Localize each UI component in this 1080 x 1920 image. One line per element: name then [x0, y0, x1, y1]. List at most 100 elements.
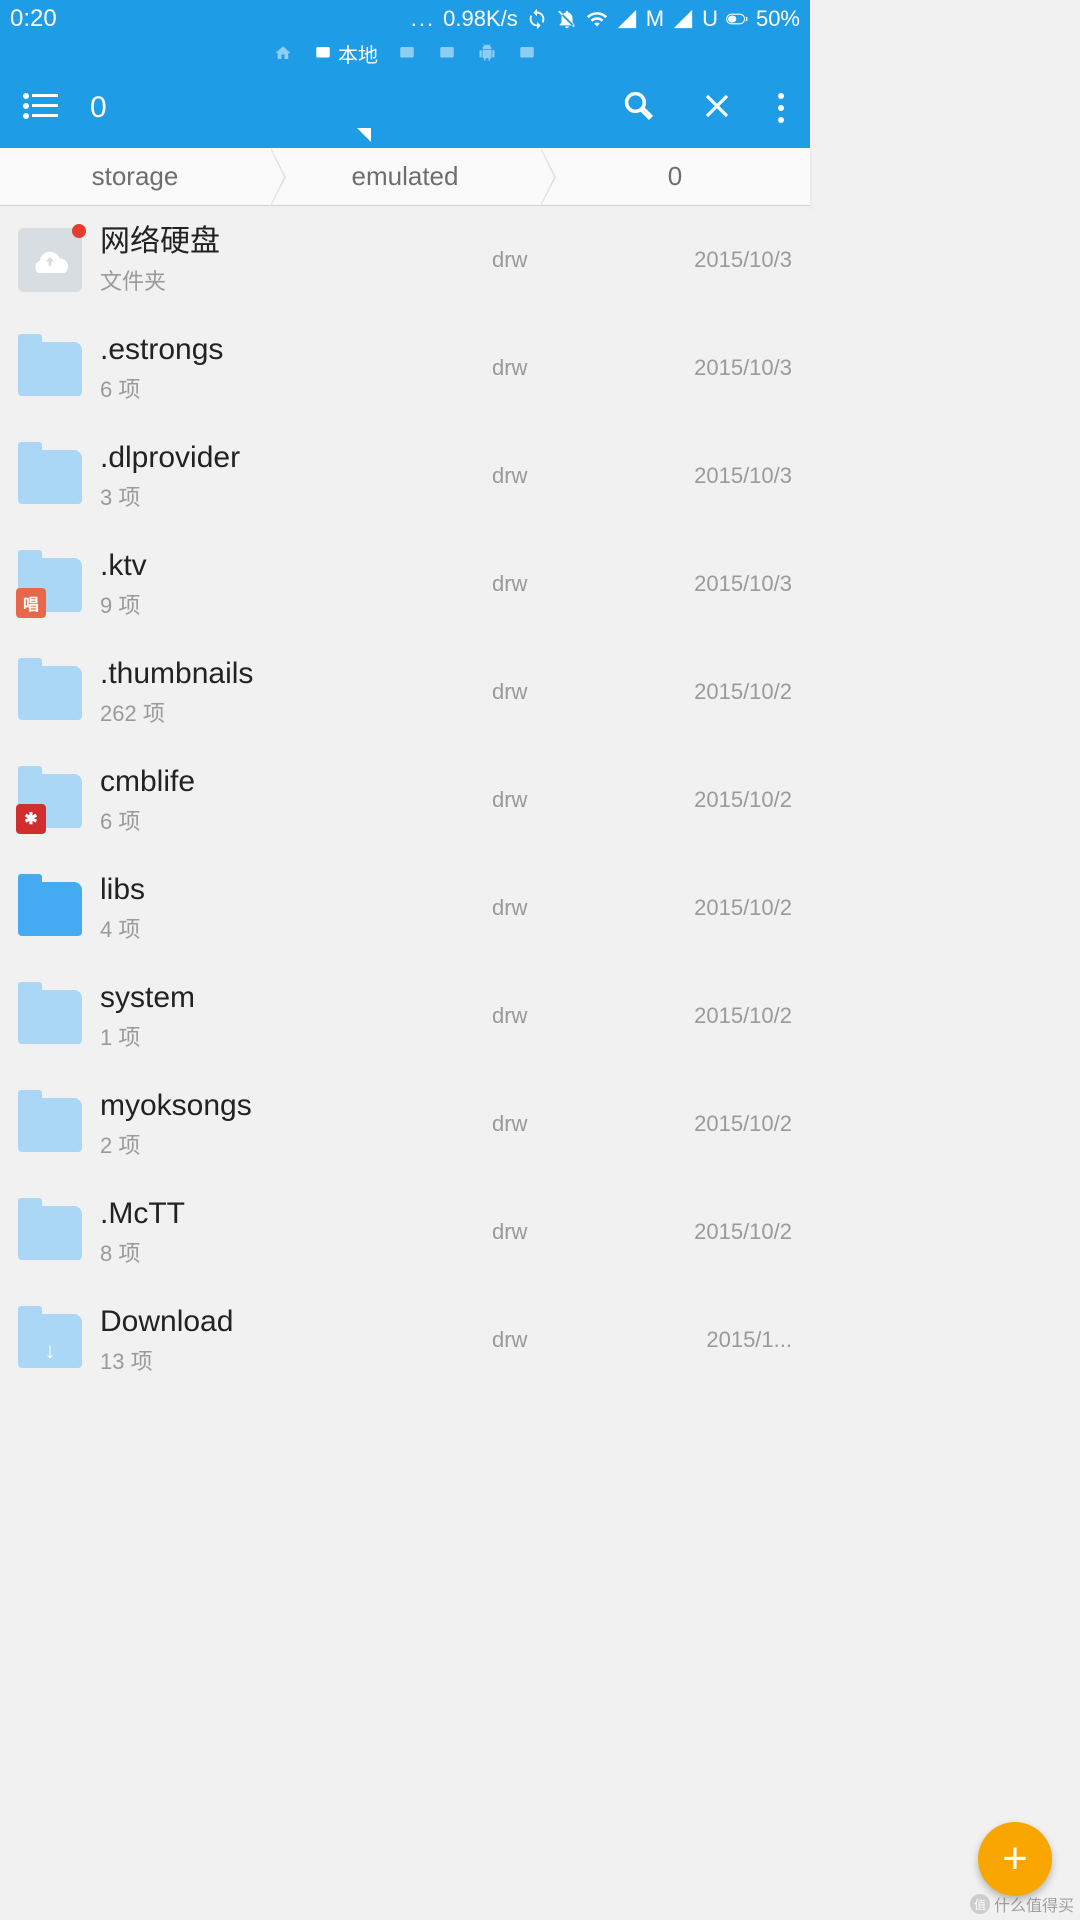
- file-icon: [18, 228, 82, 292]
- search-icon[interactable]: [622, 89, 656, 128]
- crumb-0[interactable]: 0: [540, 148, 810, 205]
- status-battery: 50%: [756, 6, 800, 32]
- file-perm: drw: [492, 1111, 622, 1137]
- breadcrumb: storage emulated 0: [0, 148, 810, 206]
- file-row[interactable]: .dlprovider 3 项drw2015/10/3: [0, 422, 810, 530]
- file-main: .dlprovider 3 项: [100, 441, 492, 512]
- tab-sd2[interactable]: [436, 44, 458, 62]
- signal-icon-2: [672, 8, 694, 30]
- file-name: 网络硬盘: [100, 225, 492, 258]
- file-date: 2015/10/2: [622, 679, 792, 705]
- file-perm: drw: [492, 895, 622, 921]
- file-icon: [18, 1092, 82, 1156]
- app-badge-icon: ✱: [16, 804, 46, 834]
- file-row[interactable]: .estrongs6 项drw2015/10/3: [0, 314, 810, 422]
- file-perm: drw: [492, 1003, 622, 1029]
- file-icon: 唱: [18, 552, 82, 616]
- file-row[interactable]: Download13 项drw2015/1...: [0, 1286, 810, 1394]
- file-row[interactable]: .McTT8 项drw2015/10/2: [0, 1178, 810, 1286]
- file-perm: drw: [492, 247, 622, 273]
- tab-local-label: 本地: [338, 39, 378, 68]
- file-main: Download13 项: [100, 1305, 492, 1376]
- file-main: .ktv9 项: [100, 549, 492, 620]
- file-date: 2015/10/2: [622, 1111, 792, 1137]
- file-perm: drw: [492, 571, 622, 597]
- file-row[interactable]: 唱 .ktv9 项drw2015/10/3: [0, 530, 810, 638]
- file-date: 2015/10/3: [622, 571, 792, 597]
- file-list[interactable]: 网络硬盘文件夹drw2015/10/3.estrongs6 项drw2015/1…: [0, 206, 810, 1394]
- file-icon: ✱: [18, 768, 82, 832]
- top-tabs: 本地: [0, 38, 810, 68]
- more-icon[interactable]: [778, 93, 784, 123]
- sync-icon: [526, 8, 548, 30]
- file-name: myoksongs: [100, 1089, 492, 1122]
- status-sim2: U: [702, 6, 718, 32]
- tab-home[interactable]: [272, 44, 294, 62]
- file-row[interactable]: .thumbnails262 项drw2015/10/2: [0, 638, 810, 746]
- watermark-icon: 值: [970, 1894, 990, 1914]
- file-sub: 文件夹: [100, 264, 492, 296]
- file-sub: 262 项: [100, 696, 492, 728]
- file-name: cmblife: [100, 765, 492, 798]
- status-sim1: M: [646, 6, 664, 32]
- file-main: libs4 项: [100, 873, 492, 944]
- file-perm: drw: [492, 787, 622, 813]
- dropdown-indicator-icon[interactable]: [357, 128, 371, 142]
- file-perm: drw: [492, 1327, 622, 1353]
- crumb-storage[interactable]: storage: [0, 148, 270, 205]
- file-icon: [18, 876, 82, 940]
- vibrate-icon: [556, 8, 578, 30]
- wifi-icon: [586, 8, 608, 30]
- file-main: myoksongs2 项: [100, 1089, 492, 1160]
- file-main: cmblife 6 项: [100, 765, 492, 836]
- tab-app[interactable]: [476, 44, 498, 62]
- file-icon: [18, 336, 82, 400]
- menu-icon[interactable]: [22, 92, 60, 125]
- status-time: 0:20: [10, 5, 57, 33]
- status-right: ... 0.98K/s M U 50%: [411, 6, 800, 32]
- file-perm: drw: [492, 463, 622, 489]
- file-name: .dlprovider: [100, 441, 492, 474]
- file-row[interactable]: myoksongs2 项drw2015/10/2: [0, 1070, 810, 1178]
- add-fab[interactable]: +: [978, 1822, 1052, 1896]
- status-bar: 0:20 ... 0.98K/s M U 50%: [0, 0, 810, 38]
- file-sub: 9 项: [100, 588, 492, 620]
- file-main: 网络硬盘文件夹: [100, 225, 492, 296]
- plus-icon: +: [1002, 1837, 1028, 1881]
- file-sub: 4 项: [100, 912, 492, 944]
- close-icon[interactable]: [702, 91, 732, 126]
- file-date: 2015/1...: [622, 1327, 792, 1353]
- file-date: 2015/10/2: [622, 787, 792, 813]
- file-icon: [18, 1200, 82, 1264]
- file-date: 2015/10/2: [622, 895, 792, 921]
- file-sub: 8 项: [100, 1236, 492, 1268]
- file-row[interactable]: 网络硬盘文件夹drw2015/10/3: [0, 206, 810, 314]
- file-row[interactable]: system1 项drw2015/10/2: [0, 962, 810, 1070]
- toolbar: 0: [0, 68, 810, 148]
- file-icon: [18, 1308, 82, 1372]
- tab-sd1[interactable]: [396, 44, 418, 62]
- status-net-speed: 0.98K/s: [443, 6, 518, 32]
- file-date: 2015/10/3: [622, 463, 792, 489]
- file-name: .McTT: [100, 1197, 492, 1230]
- file-row[interactable]: libs4 项drw2015/10/2: [0, 854, 810, 962]
- file-main: .McTT 8 项: [100, 1197, 492, 1268]
- file-sub: 3 项: [100, 480, 492, 512]
- file-icon: [18, 984, 82, 1048]
- tab-net[interactable]: [516, 44, 538, 62]
- app-badge-icon: 唱: [16, 588, 46, 618]
- file-row[interactable]: ✱ cmblife 6 项drw2015/10/2: [0, 746, 810, 854]
- crumb-emulated[interactable]: emulated: [270, 148, 540, 205]
- file-sub: 1 项: [100, 1020, 492, 1052]
- window-count[interactable]: 0: [90, 91, 107, 125]
- file-sub: 6 项: [100, 804, 492, 836]
- file-sub: 13 项: [100, 1344, 492, 1376]
- file-sub: 6 项: [100, 372, 492, 404]
- file-main: .estrongs6 项: [100, 333, 492, 404]
- file-perm: drw: [492, 679, 622, 705]
- battery-icon: [726, 8, 748, 30]
- file-perm: drw: [492, 355, 622, 381]
- tab-local[interactable]: 本地: [312, 39, 378, 68]
- signal-icon-1: [616, 8, 638, 30]
- watermark: 值 什么值得买: [970, 1892, 1074, 1916]
